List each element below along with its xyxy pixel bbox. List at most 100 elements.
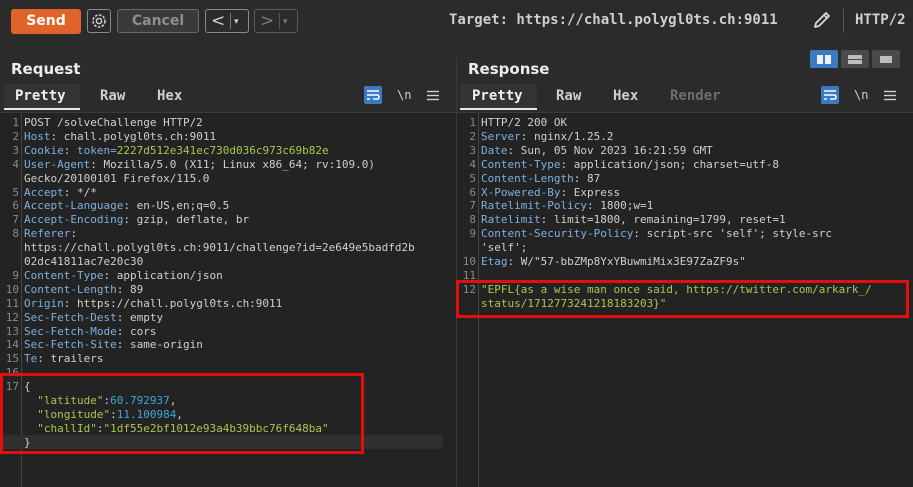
line-text: Accept-Language: en-US,en;q=0.5 [24, 199, 230, 213]
line-text: Ratelimit: limit=1800, remaining=1799, r… [481, 213, 786, 227]
header-name: Sec-Fetch-Dest [24, 310, 117, 324]
tab-hex[interactable]: Hex [157, 86, 182, 106]
line-text: Ratelimit-Policy: 1800;w=1 [481, 199, 654, 213]
tab-hex[interactable]: Hex [613, 86, 638, 106]
line-text: Content-Length: 87 [481, 171, 601, 185]
forward-button[interactable]: > ▾ [254, 9, 298, 33]
menu-button[interactable] [424, 86, 442, 104]
edit-target-button[interactable] [811, 9, 833, 31]
line-number: 13 [5, 324, 19, 338]
header-value: nginx/1.25.2 [534, 129, 614, 143]
header-name: User-Agent [24, 157, 91, 171]
active-tab-indicator [4, 108, 80, 110]
header-name: Ratelimit [481, 213, 541, 227]
line-text: Referer: [24, 227, 84, 241]
toolbar: Send Cancel < ▾ > ▾ Target: https://chal… [0, 0, 913, 42]
line-number: 12 [5, 310, 19, 324]
cancel-button[interactable]: Cancel [117, 9, 199, 33]
divider [279, 13, 280, 29]
response-flag-highlight [456, 280, 909, 318]
settings-button[interactable] [87, 9, 111, 33]
header-value: cors [129, 324, 157, 338]
show-newlines-toggle[interactable]: \n [854, 86, 868, 104]
line-number: 1 [12, 116, 19, 129]
chevron-left-icon: < [211, 11, 226, 31]
plain-text: 'self'; [481, 241, 528, 255]
header-name: Referer [24, 227, 71, 241]
line-text: Date: Sun, 05 Nov 2023 16:21:59 GMT [481, 143, 713, 157]
line-number: 10 [5, 282, 19, 296]
line-number: 3 [469, 143, 476, 157]
menu-button[interactable] [881, 86, 899, 104]
line-text: Content-Security-Policy: script-src 'sel… [481, 227, 833, 241]
header-name: Content-Length [24, 282, 117, 296]
send-button[interactable]: Send [11, 9, 81, 34]
line-text: Server: nginx/1.25.2 [481, 129, 614, 143]
header-name: Content-Length [481, 171, 574, 185]
header-name: Sec-Fetch-Site [24, 338, 117, 352]
show-newlines-toggle[interactable]: \n [397, 86, 411, 104]
header-name: Origin [24, 296, 64, 310]
line-text: Content-Type: application/json; charset=… [481, 157, 780, 171]
line-number: 9 [469, 227, 476, 241]
header-value: */* [77, 185, 97, 199]
header-value: gzip, deflate, br [136, 213, 250, 227]
line-text: Etag: W/"57-bbZMp8YxYBuwmiMix3E97ZaZF9s" [481, 255, 746, 268]
tab-raw[interactable]: Raw [556, 86, 581, 106]
line-text: Accept: */* [24, 185, 97, 199]
header-name: Ratelimit-Policy [481, 199, 587, 213]
back-button[interactable]: < ▾ [205, 9, 249, 33]
header-name: Accept-Language [24, 199, 124, 213]
header-value: 89 [129, 282, 144, 296]
line-text: Gecko/20100101 Firefox/115.0 [24, 172, 209, 186]
line-number: 9 [12, 268, 19, 282]
chevron-right-icon: > [260, 11, 275, 31]
line-text: Origin: https://chall.polygl0ts.ch:9011 [24, 296, 283, 310]
chevron-down-icon[interactable]: ▾ [283, 11, 288, 33]
header-name: Te [24, 352, 38, 366]
menu-icon [427, 90, 439, 100]
tab-render[interactable]: Render [670, 86, 721, 106]
header-value: Sun, 05 Nov 2023 16:21:59 GMT [520, 143, 713, 157]
header-value: chall.polygl0ts.ch:9011 [63, 129, 217, 143]
header-value: limit=1800, remaining=1799, reset=1 [553, 213, 786, 227]
plain-text: https://chall.polygl0ts.ch:9011/challeng… [24, 241, 415, 255]
header-value: W/"57-bbZMp8YxYBuwmiMix3E97ZaZF9s" [520, 255, 746, 268]
tab-raw[interactable]: Raw [100, 86, 125, 106]
tab-pretty[interactable]: Pretty [15, 86, 66, 106]
line-number: 5 [12, 185, 19, 199]
line-number: 6 [12, 199, 19, 213]
line-number: 11 [5, 296, 19, 310]
response-title: Response [468, 60, 550, 78]
header-name: Content-Type [481, 157, 561, 171]
header-value: empty [129, 310, 164, 324]
line-number: 8 [12, 227, 19, 241]
word-wrap-icon [824, 90, 837, 100]
http-version-selector[interactable]: HTTP/2 [855, 9, 906, 31]
line-number: 1 [469, 116, 476, 129]
pencil-icon [814, 12, 830, 28]
header-name: X-Powered-By [481, 185, 561, 199]
line-number: 4 [469, 157, 476, 171]
word-wrap-button[interactable] [821, 86, 839, 104]
line-number: 15 [5, 352, 19, 366]
line-text: Sec-Fetch-Site: same-origin [24, 338, 203, 352]
target-label: Target: https://chall.polygl0ts.ch:9011 [449, 12, 778, 28]
word-wrap-button[interactable] [364, 86, 382, 104]
divider [230, 13, 231, 29]
line-number: 6 [469, 185, 476, 199]
line-text: Te: trailers [24, 352, 104, 366]
menu-icon [884, 90, 896, 100]
chevron-down-icon[interactable]: ▾ [234, 11, 239, 33]
line-text: Content-Type: application/json [24, 268, 223, 282]
header-name: Date [481, 143, 508, 157]
header-name: Content-Security-Policy [481, 227, 634, 241]
line-number: 2 [12, 129, 19, 143]
tab-pretty[interactable]: Pretty [472, 86, 523, 106]
line-number: 5 [469, 171, 476, 185]
line-number: 8 [469, 213, 476, 227]
line-text: Accept-Encoding: gzip, deflate, br [24, 213, 250, 227]
line-number: 10 [462, 255, 476, 268]
header-value: trailers [50, 352, 104, 366]
header-name: Content-Type [24, 268, 104, 282]
